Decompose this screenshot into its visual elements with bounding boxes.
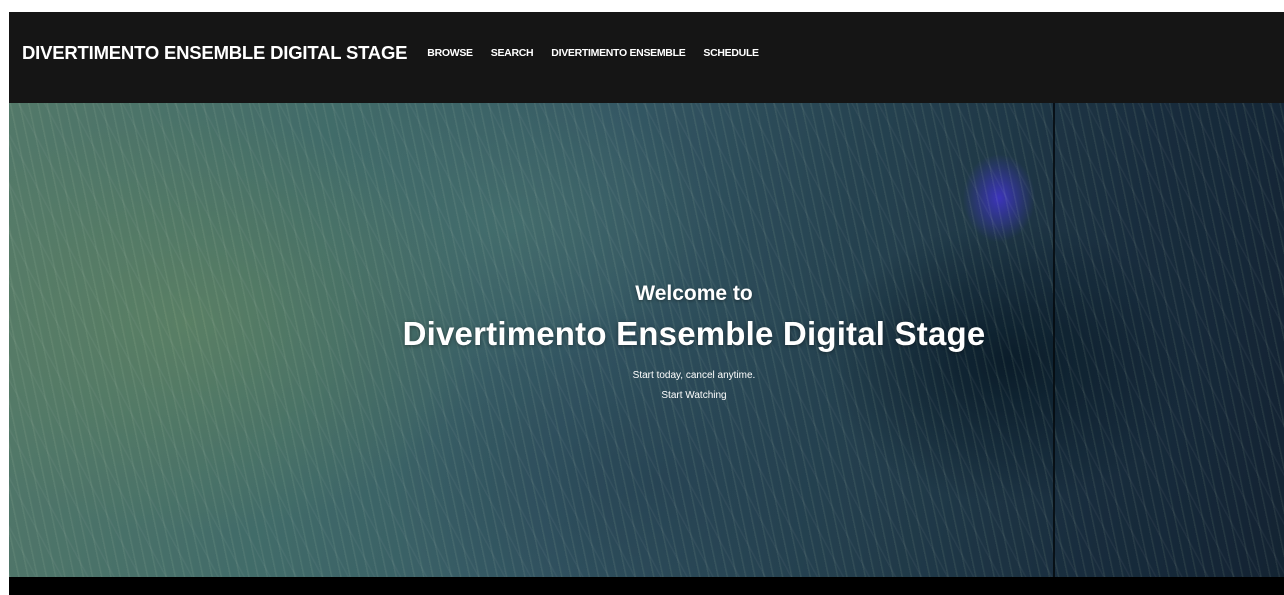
nav-divertimento-ensemble[interactable]: DIVERTIMENTO ENSEMBLE (551, 47, 685, 59)
start-watching-container: Start Watching (9, 390, 1284, 401)
top-navbar: DIVERTIMENTO ENSEMBLE DIGITAL STAGE BROW… (9, 12, 1284, 103)
footer-bar (9, 577, 1284, 595)
nav-schedule[interactable]: SCHEDULE (703, 47, 759, 59)
main-nav: BROWSE SEARCH DIVERTIMENTO ENSEMBLE SCHE… (427, 47, 776, 59)
nav-browse[interactable]: BROWSE (427, 47, 473, 59)
nav-search[interactable]: SEARCH (491, 47, 534, 59)
start-watching-link[interactable]: Start Watching (661, 390, 726, 401)
brand-logo-link[interactable]: DIVERTIMENTO ENSEMBLE DIGITAL STAGE (22, 42, 407, 64)
hero-title: Divertimento Ensemble Digital Stage (402, 315, 986, 352)
page-frame: DIVERTIMENTO ENSEMBLE DIGITAL STAGE BROW… (9, 12, 1284, 595)
hero-banner: Welcome to Divertimento Ensemble Digital… (9, 103, 1284, 577)
hero-welcome-text: Welcome to (635, 282, 753, 305)
hero-tagline: Start today, cancel anytime. (632, 370, 756, 381)
